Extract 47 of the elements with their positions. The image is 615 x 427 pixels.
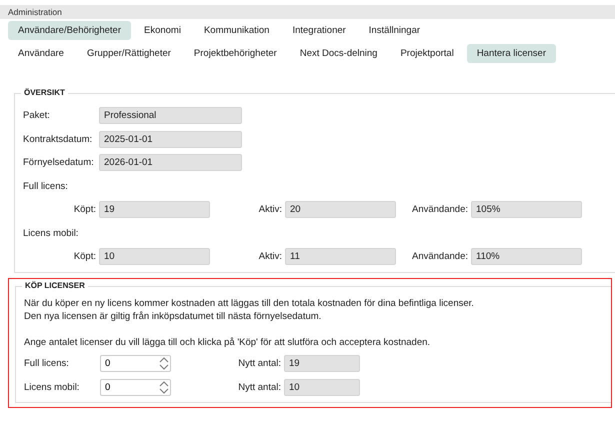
main-tab[interactable]: Ekonomi [134,21,191,40]
sub-tab[interactable]: Användare [8,44,74,63]
spinner-arrows-icon[interactable] [159,356,169,372]
readonly-field: 19 [284,355,360,372]
readonly-field: 2025-01-01 [99,130,242,148]
section-legend: ÖVERSIKT [21,88,68,97]
spinner-arrows-icon[interactable] [159,380,169,395]
field-label: Paket: [23,110,51,122]
main-tab[interactable]: Användare/Behörigheter [8,21,131,40]
instruction-text: Ange antalet licenser du vill lägga till och klicka på 'Köp' för att slutföra och acceptera kostnaden. [24,336,432,349]
field-label: Aktiv: [258,251,283,262]
field-label: Förnyelsedatum: [23,157,95,168]
field-label: Användande: [411,204,469,216]
readonly-field: Professional [99,107,242,124]
field-label: Full licens: [24,358,70,370]
number-input[interactable]: 0 [100,378,171,396]
main-tab[interactable]: Kommunikation [194,21,280,40]
readonly-field: 110% [471,248,582,266]
field-label: Nytt antal: [237,382,282,393]
readonly-field: 10 [284,378,360,396]
sub-tab[interactable]: Projektportal [390,44,464,63]
field-label: Köpt: [72,251,97,262]
sub-tab[interactable]: Grupper/Rättigheter [76,44,181,63]
group-label: Full licens: [23,180,68,192]
readonly-field: 20 [285,201,396,218]
number-input[interactable]: 0 [100,355,171,372]
sub-tab[interactable]: Next Docs-delning [290,44,388,63]
readonly-field: 11 [285,248,396,266]
field-label: Aktiv: [258,204,283,216]
main-tab[interactable]: Inställningar [358,21,430,40]
field-label: Kontraktsdatum: [23,134,94,145]
field-label: Nytt antal: [237,358,282,370]
window-title: Administration [0,5,615,19]
field-label: Licens mobil: [24,382,80,393]
sub-tab[interactable]: Hantera licenser [466,44,556,63]
readonly-field: 2026-01-01 [99,154,242,172]
section-legend: KÖP LICENSER [22,280,88,290]
readonly-field: 10 [99,248,210,266]
readonly-field: 105% [471,201,582,218]
main-tab[interactable]: Integrationer [282,21,356,40]
field-label: Köpt: [72,204,97,216]
info-text: När du köper en ny licens kommer kostnaden att läggas till den totala kostnaden för dina befintliga licenser. [24,296,475,310]
field-label: Användande: [411,251,469,262]
readonly-field: 19 [99,201,210,218]
sub-tab[interactable]: Projektbehörigheter [184,44,287,63]
info-text: Den nya licensen är giltig från inköpsdatumet till nästa förnyelsedatum. [24,310,322,324]
group-label: Licens mobil: [23,228,78,239]
